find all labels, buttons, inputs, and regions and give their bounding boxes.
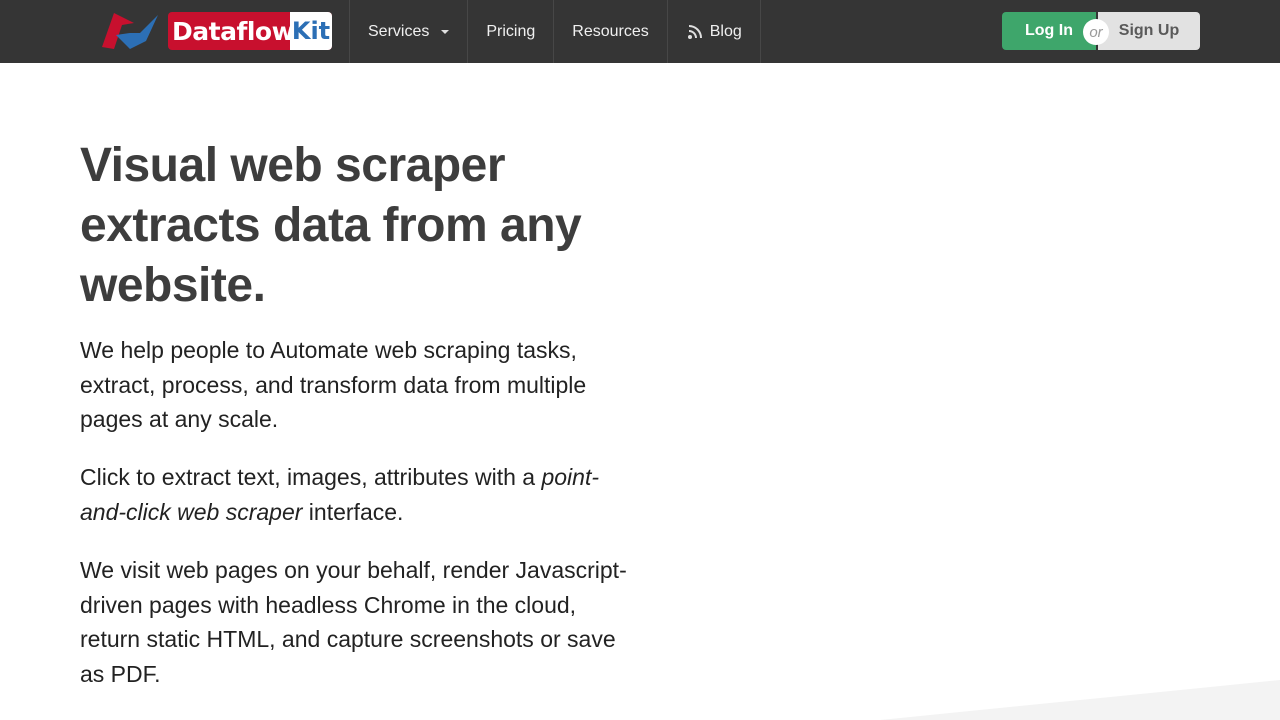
nav-blog-label: Blog (709, 22, 742, 40)
hero-paragraph-2: Click to extract text, images, attribute… (80, 460, 640, 529)
logo-wordmark: Dataflow Kit (168, 12, 332, 50)
logo-mark-icon (102, 13, 158, 49)
logo-word: Dataflow (172, 16, 295, 46)
decorative-corner-shape (880, 680, 1280, 720)
hero-paragraph-1: We help people to Automate web scraping … (80, 337, 587, 432)
login-button[interactable]: Log In (1002, 12, 1096, 50)
dataflow-kit-logo[interactable]: Dataflow Kit (100, 9, 332, 55)
nav-pricing[interactable]: Pricing (467, 0, 553, 63)
or-separator: or (1083, 19, 1109, 45)
nav-resources-label: Resources (572, 22, 649, 40)
top-navbar: Dataflow Kit Services Pricing Resources … (0, 0, 1280, 63)
signup-button[interactable]: Sign Up (1098, 12, 1200, 50)
auth-buttons: Log In or Sign Up (1002, 12, 1200, 50)
nav-blog[interactable]: Blog (666, 0, 761, 63)
nav-services-label: Services (368, 22, 430, 40)
p2-text-before: Click to extract text, images, attribute… (80, 464, 542, 490)
nav-resources[interactable]: Resources (553, 0, 666, 63)
p2-text-after: interface. (302, 498, 404, 525)
hero-title: Visual web scraper extracts data from an… (80, 139, 582, 312)
nav-services[interactable]: Services (349, 0, 467, 63)
nav-pricing-label: Pricing (486, 22, 536, 40)
chevron-down-icon (441, 29, 450, 34)
logo-kit: Kit (290, 12, 332, 50)
main-nav: Services Pricing Resources Blog (349, 0, 761, 63)
hero-paragraph-3: We visit web pages on your behalf, rende… (80, 557, 627, 687)
rss-icon (687, 24, 702, 39)
